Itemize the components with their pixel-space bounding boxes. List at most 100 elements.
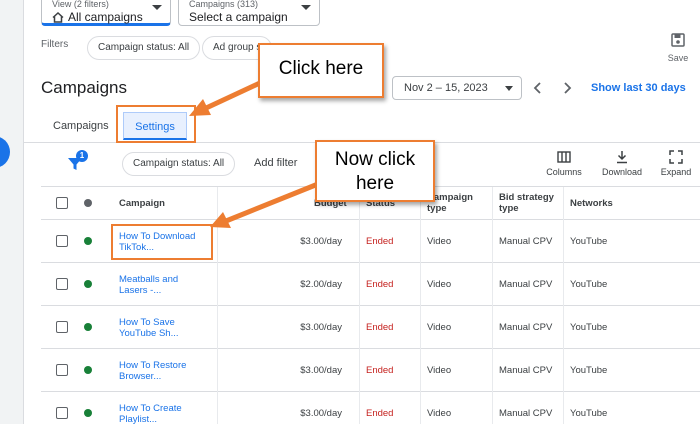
column-divider [359, 306, 360, 349]
column-divider [420, 392, 421, 424]
budget-cell: $3.00/day [300, 408, 342, 419]
callout-now-click-here: Now click here [315, 140, 435, 202]
campaign-name-link[interactable]: How To Restore Browser... [119, 360, 199, 382]
callout-click-here: Click here [258, 43, 384, 98]
filter-count-badge: 1 [76, 150, 88, 162]
status-cell: Ended [366, 408, 394, 419]
select-all-checkbox[interactable] [56, 197, 68, 209]
column-divider [359, 349, 360, 392]
date-range-value: Nov 2 – 15, 2023 [404, 82, 488, 94]
campaign-type-cell: Video [427, 365, 452, 376]
column-divider [420, 263, 421, 306]
campaign-name-line2: YouTube Sh... [119, 328, 179, 339]
campaign-type-cell: Video [427, 279, 452, 290]
campaign-name-line2: Playlist... [119, 414, 158, 424]
save-button[interactable]: Save [664, 33, 692, 63]
view-selector-caption: View (2 filters) [52, 0, 109, 9]
budget-cell: $2.00/day [300, 279, 342, 290]
show-last-30-days-link[interactable]: Show last 30 days [591, 82, 686, 94]
budget-cell: $3.00/day [300, 322, 342, 333]
columns-label: Columns [546, 167, 582, 177]
bid-strategy-cell: Manual CPV [499, 279, 553, 290]
chevron-down-icon [152, 5, 162, 10]
columns-icon [557, 151, 571, 163]
header-bid-strategy-line1: Bid strategy [499, 192, 554, 203]
column-divider [359, 263, 360, 306]
campaign-name-link[interactable]: How To Save YouTube Sh... [119, 317, 199, 339]
columns-button[interactable]: Columns [545, 150, 583, 177]
header-bid-strategy-line2: type [499, 203, 519, 214]
chevron-left-icon[interactable] [530, 80, 546, 96]
row-checkbox[interactable] [56, 364, 68, 376]
campaign-type-cell: Video [427, 322, 452, 333]
campaign-name-highlight-box [111, 224, 213, 260]
expand-label: Expand [660, 167, 692, 177]
expand-icon [669, 150, 683, 164]
column-divider [492, 306, 493, 349]
row-checkbox[interactable] [56, 235, 68, 247]
campaign-name-link[interactable]: How To Create Playlist... [119, 403, 199, 424]
status-cell: Ended [366, 236, 394, 247]
row-checkbox[interactable] [56, 321, 68, 333]
download-icon [617, 151, 627, 164]
campaign-name-link[interactable]: Meatballs and Lasers -... [119, 274, 199, 296]
column-divider [420, 220, 421, 263]
row-checkbox[interactable] [56, 407, 68, 419]
networks-cell: YouTube [570, 365, 608, 376]
column-divider [492, 187, 493, 221]
chevron-down-icon [301, 5, 311, 10]
column-divider [563, 349, 564, 392]
header-bid-strategy-type[interactable]: Bid strategy type [499, 192, 554, 214]
campaign-name-line1: How To Restore [119, 360, 187, 371]
campaign-selector[interactable]: Campaigns (313) Select a campaign [178, 0, 320, 26]
chevron-right-icon[interactable] [559, 80, 575, 96]
bid-strategy-cell: Manual CPV [499, 236, 553, 247]
table-row[interactable]: Meatballs and Lasers -... $2.00/day Ende… [41, 263, 700, 306]
view-selector[interactable]: View (2 filters) All campaigns [41, 0, 171, 26]
filters-label: Filters [41, 39, 69, 50]
tab-campaigns[interactable]: Campaigns [53, 112, 109, 140]
campaign-status-chip[interactable]: Campaign status: All [122, 152, 236, 176]
date-range-picker[interactable]: Nov 2 – 15, 2023 [392, 76, 522, 100]
column-divider [420, 349, 421, 392]
column-divider [492, 392, 493, 424]
page-title: Campaigns [41, 78, 127, 97]
networks-cell: YouTube [570, 279, 608, 290]
campaign-selector-value: Select a campaign [189, 10, 288, 24]
column-divider [359, 220, 360, 263]
campaign-name-line1: How To Create [119, 403, 182, 414]
campaign-status-filter-chip[interactable]: Campaign status: All [87, 36, 201, 60]
campaign-name-line1: How To Save [119, 317, 175, 328]
column-divider [217, 392, 218, 424]
campaign-name-line2: Lasers -... [119, 285, 162, 296]
expand-button[interactable]: Expand [658, 150, 694, 177]
table-row[interactable]: How To Save YouTube Sh... $3.00/day Ende… [41, 306, 700, 349]
header-networks[interactable]: Networks [570, 198, 613, 209]
status-dot [84, 237, 92, 245]
home-icon [52, 11, 64, 23]
column-divider [217, 263, 218, 306]
header-campaign-type-line2: type [427, 203, 447, 214]
networks-cell: YouTube [570, 408, 608, 419]
download-label: Download [601, 167, 643, 177]
arrow-to-settings [189, 79, 264, 116]
add-filter-button[interactable]: Add filter [254, 157, 297, 169]
row-checkbox[interactable] [56, 278, 68, 290]
networks-cell: YouTube [570, 236, 608, 247]
callout-2-line1: Now click [334, 149, 416, 170]
column-divider [420, 306, 421, 349]
download-button[interactable]: Download [600, 150, 644, 177]
table-row[interactable]: How To Restore Browser... $3.00/day Ende… [41, 349, 700, 392]
status-cell: Ended [366, 322, 394, 333]
column-divider [217, 220, 218, 263]
status-dot [84, 366, 92, 374]
header-campaign[interactable]: Campaign [119, 198, 165, 209]
chevron-down-icon [505, 86, 513, 91]
status-dot-header [84, 199, 92, 207]
column-divider [492, 349, 493, 392]
budget-cell: $3.00/day [300, 365, 342, 376]
status-dot [84, 323, 92, 331]
status-dot [84, 409, 92, 417]
status-cell: Ended [366, 279, 394, 290]
table-row[interactable]: How To Create Playlist... $3.00/day Ende… [41, 392, 700, 424]
